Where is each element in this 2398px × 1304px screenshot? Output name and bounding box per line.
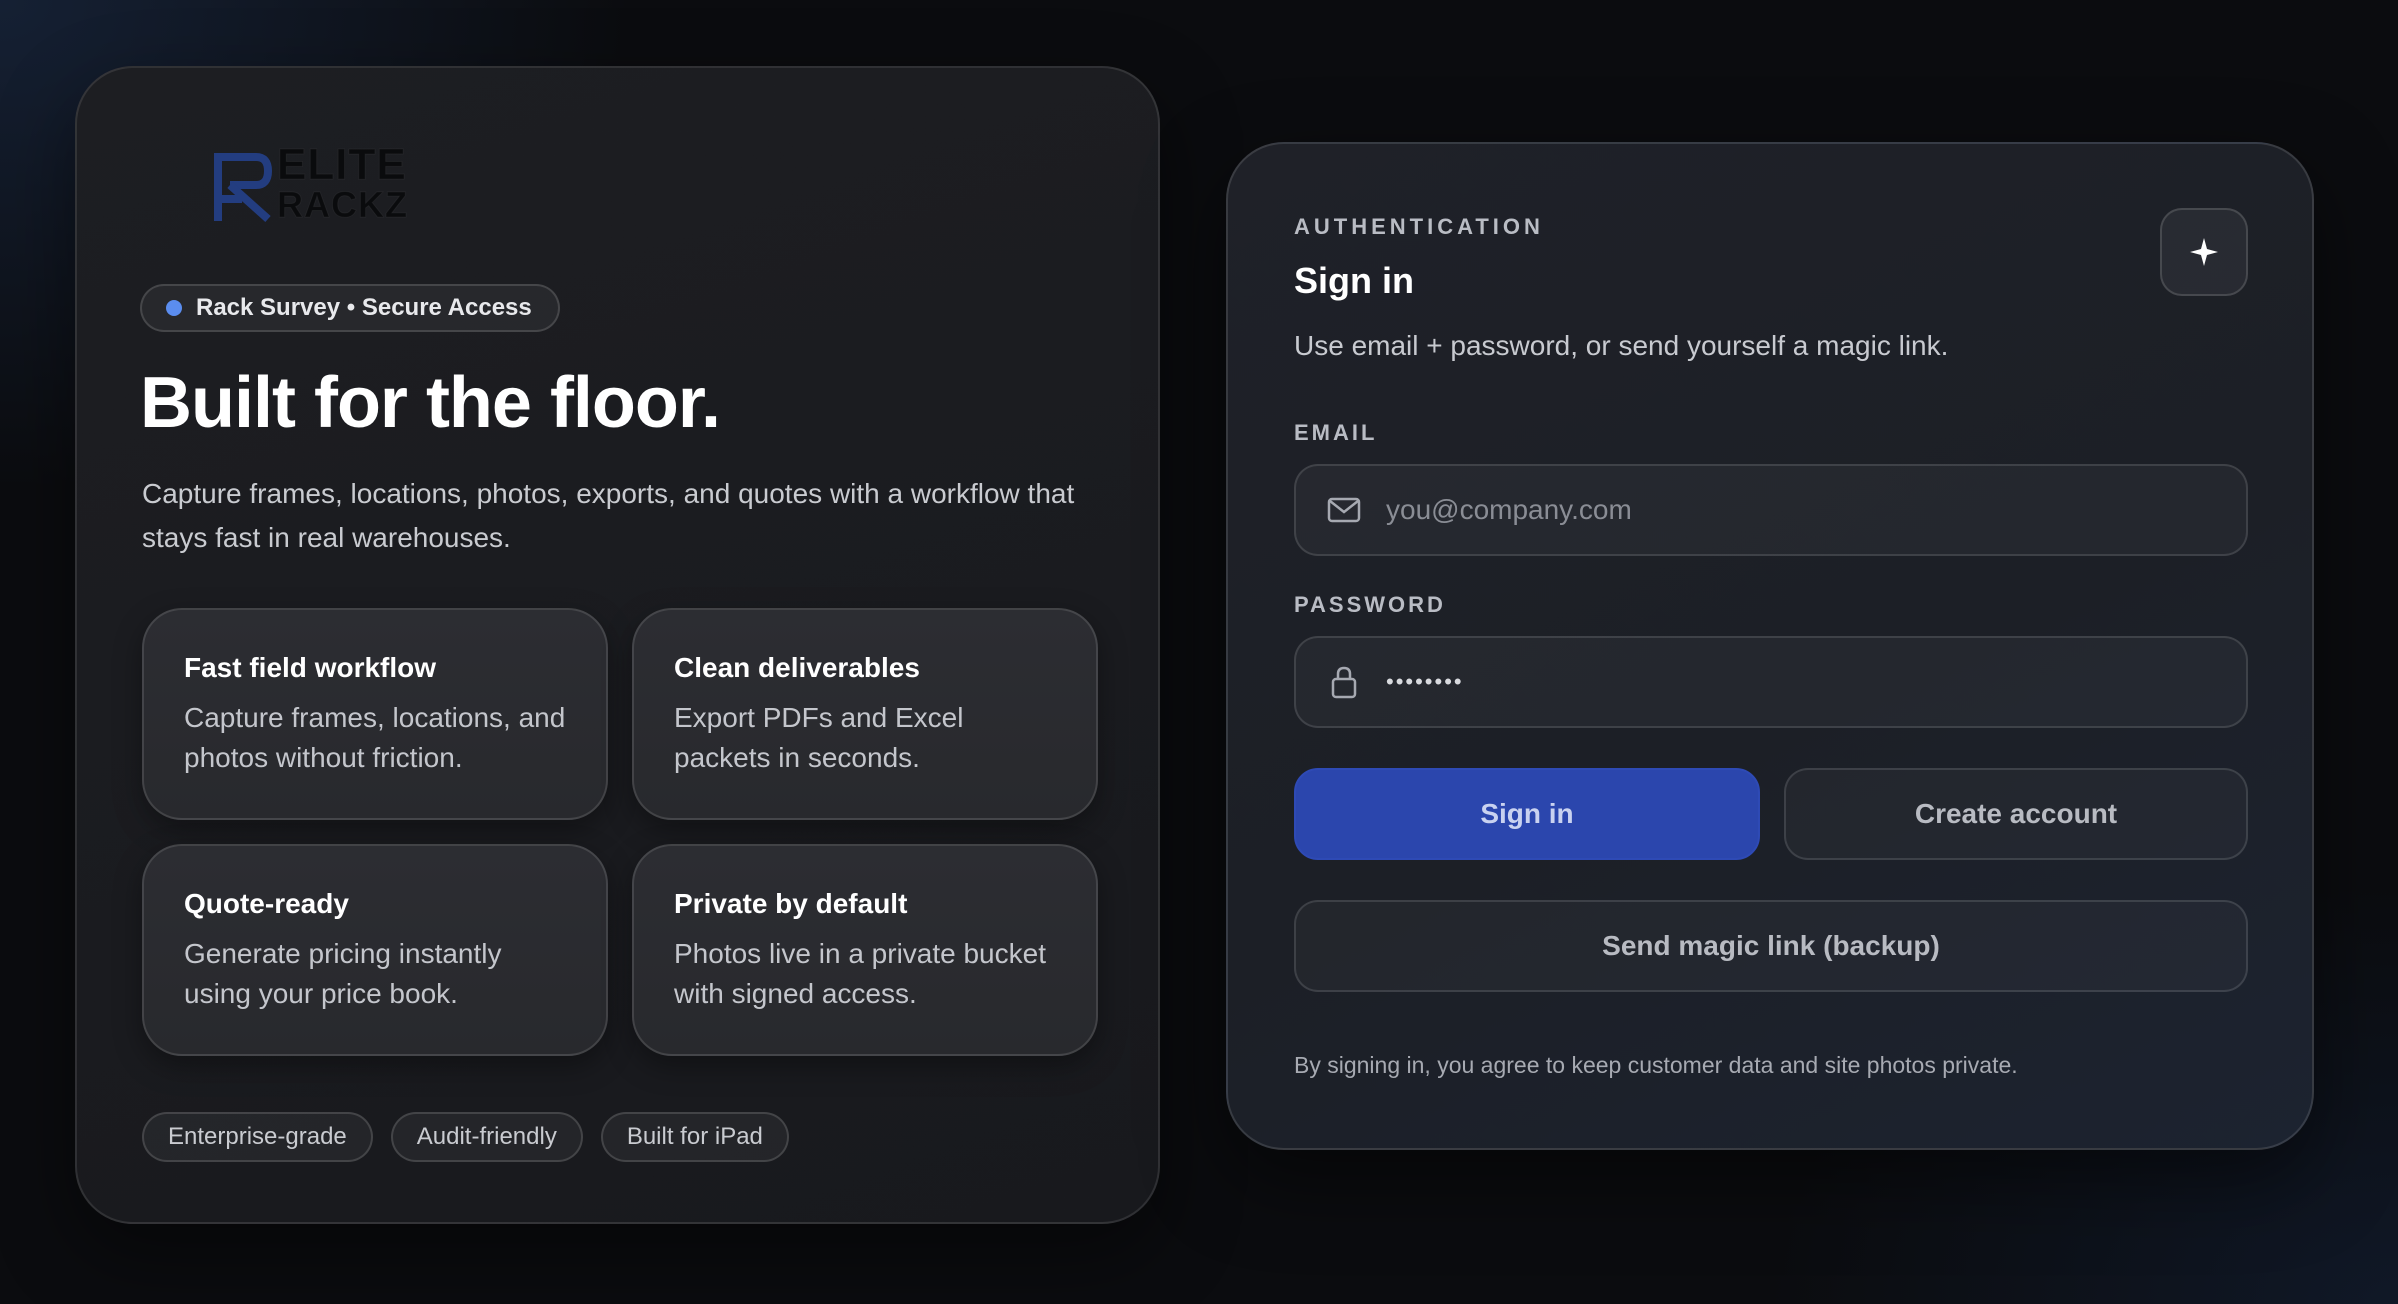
feature-description: Capture frames, locations, and photos wi…	[184, 702, 566, 773]
logo-mark-icon	[214, 153, 273, 222]
hero-card: ELITE RACKZ Rack Survey • Secure Access …	[75, 66, 1160, 1224]
send-magic-link-button[interactable]: Send magic link (backup)	[1294, 900, 2248, 992]
auth-card: AUTHENTICATION Sign in Use email + passw…	[1226, 142, 2314, 1150]
logo-text-line2: RACKZ	[277, 184, 408, 225]
feature-description: Generate pricing instantly using your pr…	[184, 938, 502, 1009]
auth-eyebrow: AUTHENTICATION	[1294, 214, 1544, 239]
hero-description: Capture frames, locations, photos, expor…	[142, 478, 1075, 553]
brand-logo: ELITE RACKZ	[212, 140, 422, 227]
sign-in-button[interactable]: Sign in	[1294, 768, 1760, 860]
email-label: EMAIL	[1294, 420, 1378, 445]
tag-list: Enterprise-grade Audit-friendly Built fo…	[142, 1112, 789, 1162]
feature-description: Export PDFs and Excel packets in seconds…	[674, 702, 964, 773]
auth-footnote: By signing in, you agree to keep custome…	[1294, 1052, 2018, 1078]
tag-audit-friendly: Audit-friendly	[390, 1112, 583, 1162]
auth-title: Sign in	[1294, 260, 1414, 301]
email-field-wrapper	[1294, 464, 2248, 556]
feature-card: Fast field workflow Capture frames, loca…	[142, 608, 608, 820]
logo-text-line1: ELITE	[277, 140, 407, 189]
email-input[interactable]	[1384, 465, 2246, 555]
sparkle-button[interactable]	[2160, 208, 2248, 296]
status-dot-icon	[166, 300, 182, 316]
hero-title: Built for the floor.	[140, 363, 721, 443]
mail-icon	[1326, 492, 1362, 528]
lock-icon	[1326, 664, 1362, 700]
tag-enterprise-grade: Enterprise-grade	[142, 1112, 373, 1162]
sparkle-icon	[2190, 238, 2218, 266]
feature-title: Private by default	[674, 888, 908, 919]
tag-built-for-ipad: Built for iPad	[600, 1112, 789, 1162]
feature-description: Photos live in a private bucket with sig…	[674, 938, 1046, 1009]
status-pill: Rack Survey • Secure Access	[140, 284, 560, 332]
feature-card: Private by default Photos live in a priv…	[632, 844, 1098, 1056]
feature-title: Quote-ready	[184, 888, 349, 919]
password-input[interactable]	[1384, 637, 2246, 727]
feature-title: Fast field workflow	[184, 652, 437, 683]
create-account-button[interactable]: Create account	[1784, 768, 2248, 860]
auth-subtitle: Use email + password, or send yourself a…	[1294, 330, 1949, 361]
feature-card: Quote-ready Generate pricing instantly u…	[142, 844, 608, 1056]
password-field-wrapper	[1294, 636, 2248, 728]
password-label: PASSWORD	[1294, 592, 1446, 617]
feature-title: Clean deliverables	[674, 652, 920, 683]
status-pill-label: Rack Survey • Secure Access	[196, 294, 532, 321]
feature-card: Clean deliverables Export PDFs and Excel…	[632, 608, 1098, 820]
